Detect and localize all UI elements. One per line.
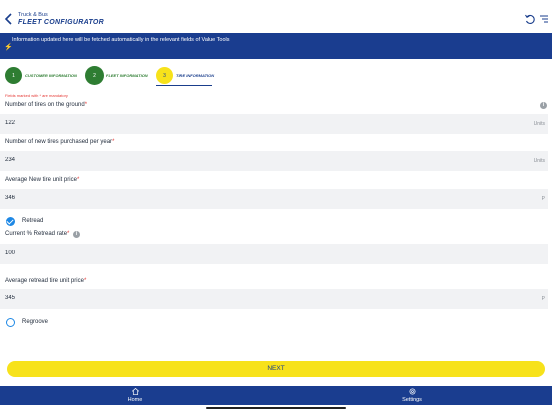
required-marker: *	[84, 102, 88, 108]
required-marker: *	[83, 278, 87, 284]
retread-price-label: Average retread tire unit price*	[5, 278, 86, 284]
retread-rate-field[interactable]	[0, 244, 548, 264]
retread-rate-label-text: Current % Retread rate	[5, 231, 68, 237]
step-number: 1	[5, 67, 22, 84]
new-tire-price-label-text: Average New tire unit price	[5, 177, 77, 183]
bottom-navigation: Home Settings	[0, 386, 552, 405]
retread-price-field[interactable]: P	[0, 289, 548, 309]
unit-label: Units	[533, 158, 545, 164]
new-tires-per-year-label-text: Number of new tires purchased per year	[5, 139, 113, 145]
currency-label: P	[541, 296, 545, 302]
new-tires-per-year-input[interactable]	[5, 157, 485, 163]
new-tires-per-year-label: Number of new tires purchased per year*	[5, 139, 114, 145]
step-label: CUSTOMER INFORMATION	[25, 73, 77, 78]
menu-icon[interactable]	[539, 14, 549, 24]
nav-home-label: Home	[127, 397, 143, 403]
info-banner-text: Information updated here will be fetched…	[12, 37, 230, 43]
new-tire-price-label: Average New tire unit price*	[5, 177, 79, 183]
tires-on-ground-label: Number of tires on the ground*	[5, 102, 87, 108]
new-tire-price-field[interactable]: P	[0, 189, 548, 209]
info-icon[interactable]: i	[73, 231, 80, 238]
mandatory-fields-note: Fields marked with * are mandatory	[5, 93, 68, 98]
info-icon[interactable]: i	[540, 102, 547, 109]
step-number: 2	[85, 66, 104, 85]
tires-on-ground-input[interactable]	[5, 120, 485, 126]
new-tires-per-year-field[interactable]: Units	[0, 151, 548, 171]
lightning-icon: ⚡	[4, 44, 13, 51]
regroove-radio-unchecked[interactable]	[6, 318, 15, 327]
settings-gear-icon	[409, 388, 415, 395]
required-marker: *	[112, 139, 115, 145]
retread-rate-label: Current % Retread rate*	[5, 231, 69, 237]
unit-label: Units	[533, 121, 545, 127]
tires-on-ground-field[interactable]: Units	[0, 114, 548, 134]
back-arrow-icon[interactable]	[4, 12, 14, 26]
top-app-bar: Truck & Bus FLEET CONFIGURATOR	[0, 0, 552, 33]
home-icon	[131, 388, 139, 395]
info-banner: Information updated here will be fetched…	[0, 33, 552, 59]
step-number: 3	[156, 67, 173, 84]
currency-label: P	[541, 196, 545, 202]
retread-rate-input[interactable]	[5, 250, 485, 256]
retread-price-label-text: Average retread tire unit price	[5, 278, 84, 284]
home-indicator-bar	[206, 407, 346, 409]
retread-price-input[interactable]	[5, 295, 485, 301]
app-subtitle: Truck & Bus	[18, 12, 48, 18]
tires-on-ground-label-text: Number of tires on the ground	[5, 102, 85, 108]
reset-icon[interactable]	[524, 13, 536, 25]
required-marker: *	[76, 177, 80, 183]
retread-option-label: Retread	[22, 218, 44, 224]
nav-home[interactable]: Home	[120, 388, 150, 403]
active-step-underline	[156, 85, 212, 86]
app-title: FLEET CONFIGURATOR	[18, 19, 105, 26]
step-label: FLEET INFORMATION	[106, 73, 148, 78]
regroove-option-label: Regroove	[22, 319, 49, 325]
nav-settings-label: Settings	[402, 397, 422, 403]
required-marker: *	[67, 231, 70, 237]
nav-settings[interactable]: Settings	[395, 388, 429, 403]
app-title-block: Truck & Bus FLEET CONFIGURATOR	[18, 12, 104, 26]
next-button[interactable]: NEXT	[7, 361, 545, 377]
retread-radio-checked[interactable]	[6, 217, 15, 226]
fleet-configurator-screen: Truck & Bus FLEET CONFIGURATOR Informati…	[0, 0, 552, 414]
step-label: TIRE INFORMATION	[176, 73, 215, 78]
progress-stepper: 1 CUSTOMER INFORMATION 2 FLEET INFORMATI…	[0, 64, 552, 88]
new-tire-price-input[interactable]	[5, 195, 485, 201]
